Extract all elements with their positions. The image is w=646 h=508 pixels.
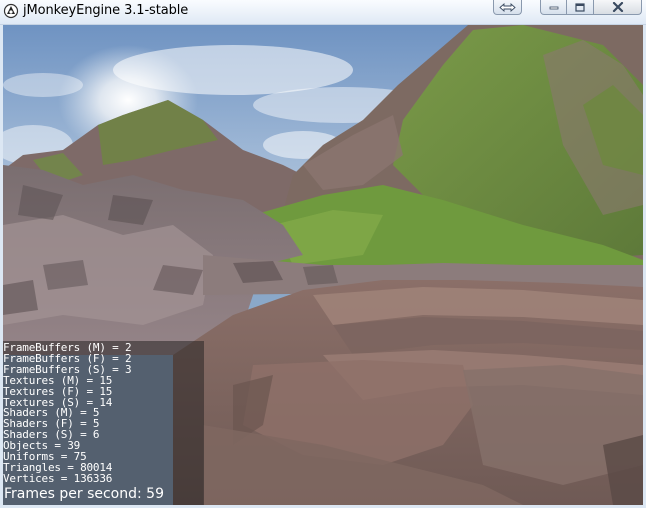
title-bar[interactable]: jMonkeyEngine 3.1-stable bbox=[0, 0, 646, 25]
resize-arrows-icon bbox=[499, 2, 516, 12]
minimize-icon bbox=[549, 6, 558, 10]
window-title: jMonkeyEngine 3.1-stable bbox=[23, 3, 189, 18]
app-window: jMonkeyEngine 3.1-stable FrameBuffers (M… bbox=[0, 0, 646, 508]
render-viewport[interactable]: FrameBuffers (M) = 2 FrameBuffers (F) = 2… bbox=[3, 25, 643, 505]
stat-line: Textures (F) = 15 bbox=[3, 384, 113, 398]
stat-line: Vertices = 136336 bbox=[3, 471, 113, 485]
maximize-icon bbox=[575, 2, 585, 12]
resize-button[interactable] bbox=[493, 0, 522, 15]
minimize-button[interactable] bbox=[540, 0, 567, 15]
fps-counter: Frames per second: 59 bbox=[4, 486, 164, 502]
maximize-button[interactable] bbox=[567, 0, 594, 15]
close-button[interactable] bbox=[594, 0, 642, 15]
jmonkey-logo-icon bbox=[3, 3, 19, 19]
close-icon bbox=[612, 2, 623, 12]
